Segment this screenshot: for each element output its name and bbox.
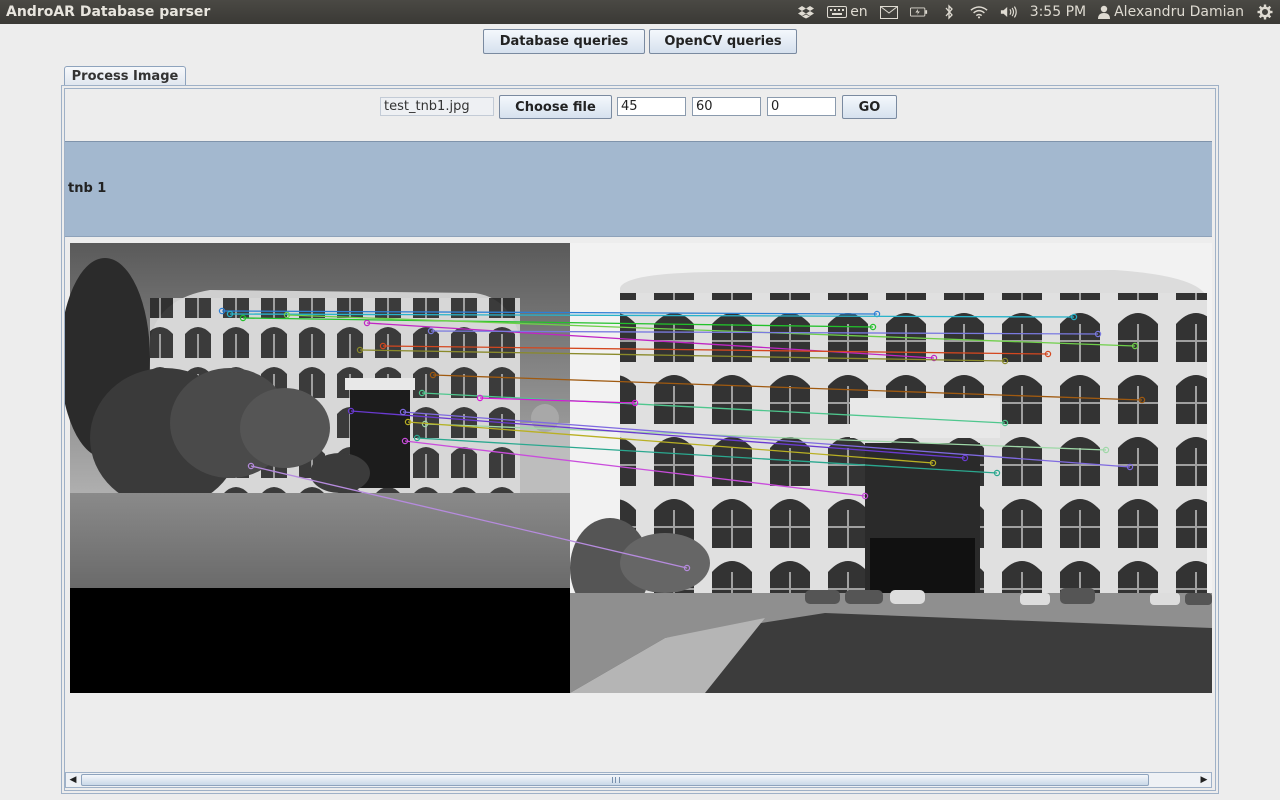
keyboard-layout-label: en <box>850 4 868 20</box>
mail-icon[interactable] <box>879 4 898 20</box>
result-header: tnb 1 <box>65 141 1212 237</box>
database-queries-button[interactable]: Database queries <box>483 29 645 54</box>
scroll-grip-icon <box>612 777 620 783</box>
bluetooth-icon[interactable] <box>940 4 958 20</box>
database-image <box>570 243 1212 693</box>
system-tray: en 3:55 PM Alexandru Damian <box>797 4 1274 20</box>
user-name: Alexandru Damian <box>1114 4 1244 20</box>
window-title: AndroAR Database parser <box>6 4 211 20</box>
feature-match-image <box>65 243 1212 693</box>
user-menu[interactable]: Alexandru Damian <box>1098 4 1244 20</box>
tab-process-image[interactable]: Process Image <box>64 66 186 86</box>
go-button[interactable]: GO <box>842 95 897 119</box>
keyboard-icon[interactable]: en <box>827 4 868 20</box>
battery-icon[interactable] <box>909 4 928 20</box>
param-3-field[interactable] <box>767 97 836 116</box>
volume-icon[interactable] <box>1000 4 1018 20</box>
param-1-field[interactable] <box>617 97 686 116</box>
top-panel: AndroAR Database parser en 3:55 PM Alexa… <box>0 0 1280 24</box>
param-2-field[interactable] <box>692 97 761 116</box>
file-name-field[interactable] <box>380 97 494 116</box>
choose-file-button[interactable]: Choose file <box>499 95 612 119</box>
wifi-icon[interactable] <box>970 4 988 20</box>
settings-gear-icon[interactable] <box>1256 4 1274 20</box>
query-image <box>65 243 570 693</box>
opencv-queries-button[interactable]: OpenCV queries <box>649 29 797 54</box>
clock[interactable]: 3:55 PM <box>1030 4 1086 20</box>
user-icon <box>1098 5 1111 19</box>
scroll-left-icon[interactable]: ◀ <box>66 773 80 787</box>
dropbox-icon[interactable] <box>797 4 815 20</box>
result-label: tnb 1 <box>68 181 107 196</box>
scroll-thumb[interactable] <box>81 774 1149 786</box>
horizontal-scrollbar[interactable]: ◀ ▶ <box>65 772 1212 788</box>
match-image-area <box>65 238 1212 774</box>
scroll-right-icon[interactable]: ▶ <box>1197 773 1211 787</box>
